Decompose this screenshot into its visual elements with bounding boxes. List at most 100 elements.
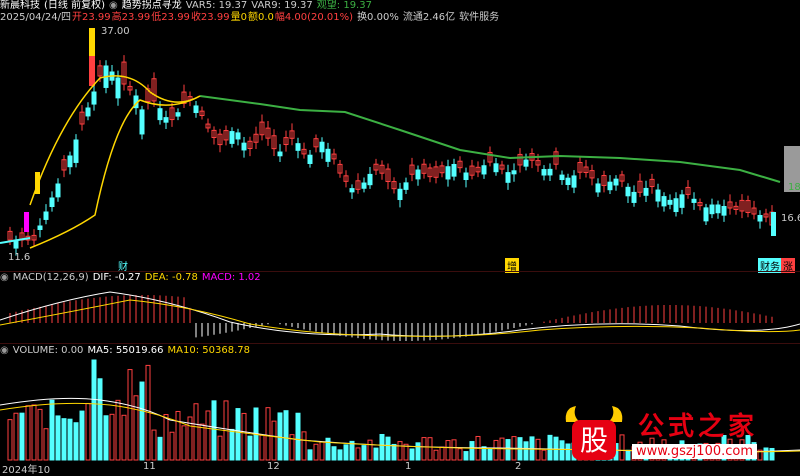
- kline-chart[interactable]: [0, 0, 800, 472]
- volume-header: ◉ VOLUME: 0.00 MA5: 55019.66 MA10: 50368.78: [0, 345, 254, 357]
- panel-divider-2[interactable]: [0, 343, 800, 344]
- volume-bar: [343, 444, 349, 461]
- candle-body: [415, 169, 421, 180]
- candle-body: [631, 191, 637, 203]
- watermark-url[interactable]: www.gszj100.com: [632, 444, 758, 459]
- volume-bar: [55, 415, 61, 461]
- candle-body: [493, 163, 499, 173]
- candle-body: [445, 166, 451, 180]
- candle-body: [691, 198, 697, 203]
- volume-bar: [127, 369, 133, 461]
- macd-header: ◉ MACD(12,26,9) DIF: -0.27 DEA: -0.78 MACD: …: [0, 272, 265, 284]
- volume-title[interactable]: VOLUME: 0.00: [13, 345, 84, 356]
- volume-bar: [445, 440, 451, 461]
- candle-body: [139, 109, 145, 135]
- right-price-b: 16.6: [781, 213, 800, 224]
- candle-body: [625, 186, 631, 197]
- highlight-bar: [24, 212, 29, 232]
- volume-bar: [133, 395, 139, 461]
- volume-bar: [319, 441, 325, 461]
- volume-bar: [493, 439, 499, 461]
- volume-bar: [331, 446, 337, 461]
- date-label: 11: [143, 461, 156, 472]
- volume-bar: [19, 412, 25, 461]
- highlight-bar: [89, 28, 95, 56]
- high-price-label: 37.00: [101, 26, 130, 37]
- candle-body: [73, 139, 79, 163]
- volume-bar: [199, 423, 205, 461]
- candle-body: [325, 148, 331, 162]
- candle-body: [541, 169, 547, 176]
- volume-bar: [163, 414, 169, 461]
- volume-bar: [241, 412, 247, 461]
- highlight-bar: [89, 56, 95, 86]
- volume-bar: [433, 449, 439, 461]
- highlight-bar: [771, 212, 776, 236]
- candle-body: [55, 183, 61, 198]
- volume-bar: [355, 447, 361, 461]
- macd-title[interactable]: MACD(12,26,9): [13, 272, 89, 283]
- candle-body: [451, 163, 457, 177]
- volume-bar: [379, 433, 385, 461]
- volume-bar: [367, 439, 373, 461]
- candle-body: [175, 112, 181, 117]
- candle-body: [229, 131, 235, 144]
- volume-bar: [439, 446, 445, 461]
- volume-bar: [49, 399, 55, 461]
- volume-bar: [25, 405, 31, 461]
- candle-body: [709, 204, 715, 215]
- candle-body: [235, 132, 241, 140]
- volume-bar: [373, 447, 379, 461]
- volume-bar: [301, 431, 307, 461]
- candle-body: [673, 198, 679, 213]
- candle-body: [157, 108, 163, 121]
- candle-body: [655, 189, 661, 202]
- candle-body: [319, 141, 325, 153]
- candle-body: [115, 77, 121, 99]
- volume-bar: [235, 408, 241, 461]
- volume-bar: [427, 437, 433, 461]
- volume-bar: [73, 422, 79, 461]
- candle-body: [241, 142, 247, 151]
- candle-body: [463, 172, 469, 181]
- macd-value: MACD: 1.02: [201, 272, 261, 283]
- volume-bar: [295, 412, 301, 461]
- date-label: 2: [515, 461, 522, 472]
- watermark-title: 公式之家: [638, 412, 759, 442]
- volume-bar: [283, 410, 289, 461]
- volume-bar: [7, 419, 13, 461]
- volume-bar: [151, 429, 157, 461]
- volume-bar: [421, 437, 427, 461]
- volume-bar: [181, 425, 187, 461]
- candle-body: [559, 174, 565, 181]
- volume-bar: [67, 418, 73, 461]
- volume-ma10: MA10: 50368.78: [167, 345, 250, 356]
- volume-bar: [547, 434, 553, 461]
- settings-icon[interactable]: ◉: [0, 345, 9, 356]
- candle-body: [607, 181, 613, 191]
- candle-body: [721, 206, 727, 216]
- candle-body: [595, 183, 601, 193]
- watermark: 股 公式之家 www.gszj100.com: [562, 404, 792, 468]
- volume-bar: [13, 412, 19, 461]
- volume-bar: [463, 451, 469, 461]
- volume-bar: [103, 415, 109, 461]
- macd-dif: DIF: -0.27: [92, 272, 141, 283]
- candle-body: [43, 211, 49, 220]
- candle-body: [163, 117, 169, 123]
- trend-line: [199, 95, 781, 183]
- candle-body: [571, 175, 577, 188]
- candle-body: [91, 91, 97, 105]
- settings-icon[interactable]: ◉: [0, 272, 9, 283]
- candle-body: [367, 173, 373, 186]
- candle-body: [505, 172, 511, 183]
- candle-body: [49, 197, 55, 208]
- volume-bar: [85, 402, 91, 461]
- volume-bar: [247, 435, 253, 461]
- volume-bar: [193, 403, 199, 461]
- volume-bar: [205, 410, 211, 461]
- volume-bar: [361, 445, 367, 461]
- candle-body: [193, 105, 199, 114]
- volume-bar: [121, 414, 127, 461]
- volume-bar: [391, 443, 397, 461]
